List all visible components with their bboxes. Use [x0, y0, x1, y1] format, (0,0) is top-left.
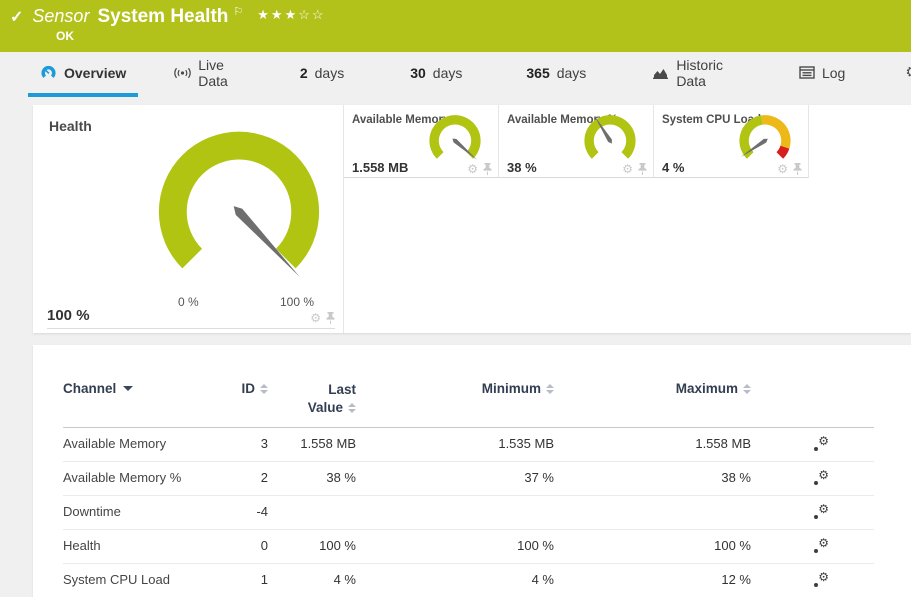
tab-30-days[interactable]: 30 days	[398, 52, 474, 97]
tab-label: days	[557, 65, 587, 81]
available-memory-gauge-tile: Available Memory 1.558 MB ⚙	[344, 105, 499, 178]
health-gauge	[151, 125, 327, 283]
column-header-maximum[interactable]: Maximum	[554, 381, 751, 396]
channel-name[interactable]: Downtime	[63, 496, 218, 529]
tab-365-days[interactable]: 365 days	[514, 52, 598, 97]
overview-gauges-panel: Health 0 % 100 % 100 % ⚙ Available Memor…	[33, 105, 911, 333]
tab-label: Live Data	[198, 57, 228, 89]
gauge-title: Health	[49, 118, 92, 134]
sensor-tab-bar: Overview Live Data 2 days 30 days 365 da…	[0, 52, 911, 97]
gauge-icon	[40, 65, 57, 80]
tab-overview[interactable]: Overview	[28, 52, 138, 97]
available-memory-value: 1.558 MB	[352, 160, 408, 175]
tab-label: Historic Data	[676, 57, 723, 89]
tab-number: 2	[300, 65, 308, 81]
table-row-system-cpu-load[interactable]: System CPU Load 1 4 % 4 % 12 % ⚙	[63, 564, 874, 597]
tab-2-days[interactable]: 2 days	[288, 52, 356, 97]
channel-maximum	[554, 496, 751, 529]
channel-id: 3	[218, 428, 268, 461]
channel-last-value: 1.558 MB	[268, 428, 356, 461]
channel-name[interactable]: Available Memory %	[63, 462, 218, 495]
channel-last-value	[268, 496, 356, 529]
channel-table-panel: Channel ID Last Value Minimum Maximum Av…	[33, 345, 911, 597]
log-icon	[799, 66, 815, 79]
tab-label: days	[315, 65, 345, 81]
available-memory-pct-gauge-tile: Available Memory % 38 % ⚙	[499, 105, 654, 178]
column-header-last-value[interactable]: Last Value	[268, 381, 356, 417]
tab-label: days	[433, 65, 463, 81]
channel-maximum: 100 %	[554, 530, 751, 563]
sensor-title: System Health	[97, 6, 228, 28]
table-row-available-memory[interactable]: Available Memory 3 1.558 MB 1.535 MB 1.5…	[63, 428, 874, 462]
health-gauge-tile: Health 0 % 100 % 100 % ⚙	[33, 105, 344, 333]
channel-minimum	[356, 496, 554, 529]
channel-settings-icon[interactable]: ⚙	[813, 471, 829, 486]
pin-icon[interactable]	[326, 312, 335, 324]
system-cpu-load-gauge-tile: System CPU Load 4 % ⚙	[654, 105, 809, 178]
channel-id: -4	[218, 496, 268, 529]
pin-icon[interactable]	[483, 163, 492, 175]
column-header-id[interactable]: ID	[218, 381, 268, 396]
gauge-settings-gear-icon[interactable]: ⚙	[622, 163, 633, 175]
flag-icon[interactable]: ⚐	[233, 5, 243, 18]
channel-settings-icon[interactable]: ⚙	[813, 505, 829, 520]
sensor-status-header: ✓ Sensor System Health ⚐ ★★★☆☆ OK	[0, 0, 911, 52]
sensor-status-text: OK	[56, 29, 74, 43]
channel-last-value: 38 %	[268, 462, 356, 495]
tab-label: Overview	[64, 65, 126, 81]
area-chart-icon	[652, 66, 669, 80]
column-header-minimum[interactable]: Minimum	[356, 381, 554, 396]
sort-icon	[348, 403, 356, 413]
channel-maximum: 38 %	[554, 462, 751, 495]
gear-icon: ⚙	[905, 65, 911, 80]
status-ok-check-icon: ✓	[10, 7, 23, 27]
gauge-settings-gear-icon[interactable]: ⚙	[467, 163, 478, 175]
gauge-settings-gear-icon[interactable]: ⚙	[310, 312, 321, 324]
channel-minimum: 100 %	[356, 530, 554, 563]
column-header-channel[interactable]: Channel	[63, 381, 218, 396]
channel-settings-icon[interactable]: ⚙	[813, 437, 829, 452]
tab-number: 365	[526, 65, 549, 81]
channel-table-header: Channel ID Last Value Minimum Maximum	[63, 381, 874, 428]
table-row-health[interactable]: Health 0 100 % 100 % 100 % ⚙	[63, 530, 874, 564]
system-cpu-load-value: 4 %	[662, 160, 684, 175]
channel-id: 1	[218, 564, 268, 597]
channel-name[interactable]: Available Memory	[63, 428, 218, 461]
gauge-settings-gear-icon[interactable]: ⚙	[777, 163, 788, 175]
broadcast-icon	[174, 66, 191, 80]
channel-minimum: 1.535 MB	[356, 428, 554, 461]
channel-name[interactable]: Health	[63, 530, 218, 563]
tab-live-data[interactable]: Live Data	[162, 52, 240, 97]
channel-id: 0	[218, 530, 268, 563]
channel-last-value: 100 %	[268, 530, 356, 563]
pin-icon[interactable]	[638, 163, 647, 175]
table-row-downtime[interactable]: Downtime -4 ⚙	[63, 496, 874, 530]
tab-historic-data[interactable]: Historic Data	[640, 52, 735, 97]
channel-maximum: 1.558 MB	[554, 428, 751, 461]
health-current-value: 100 %	[47, 307, 90, 324]
channel-maximum: 12 %	[554, 564, 751, 597]
tab-label: Log	[822, 65, 845, 81]
channel-last-value: 4 %	[268, 564, 356, 597]
channel-minimum: 4 %	[356, 564, 554, 597]
tab-settings[interactable]: ⚙ Settings	[893, 52, 911, 97]
channel-name[interactable]: System CPU Load	[63, 564, 218, 597]
tab-number: 30	[410, 65, 426, 81]
sort-icon	[260, 384, 268, 394]
chevron-down-icon	[123, 386, 133, 391]
channel-minimum: 37 %	[356, 462, 554, 495]
tab-log[interactable]: Log	[787, 52, 857, 97]
sensor-type-label: Sensor	[32, 6, 89, 27]
channel-settings-icon[interactable]: ⚙	[813, 539, 829, 554]
available-memory-pct-value: 38 %	[507, 160, 537, 175]
pin-icon[interactable]	[793, 163, 802, 175]
sort-icon	[546, 384, 554, 394]
channel-id: 2	[218, 462, 268, 495]
sort-icon	[743, 384, 751, 394]
priority-stars[interactable]: ★★★☆☆	[257, 7, 325, 23]
table-row-available-memory-pct[interactable]: Available Memory % 2 38 % 37 % 38 % ⚙	[63, 462, 874, 496]
channel-settings-icon[interactable]: ⚙	[813, 573, 829, 588]
